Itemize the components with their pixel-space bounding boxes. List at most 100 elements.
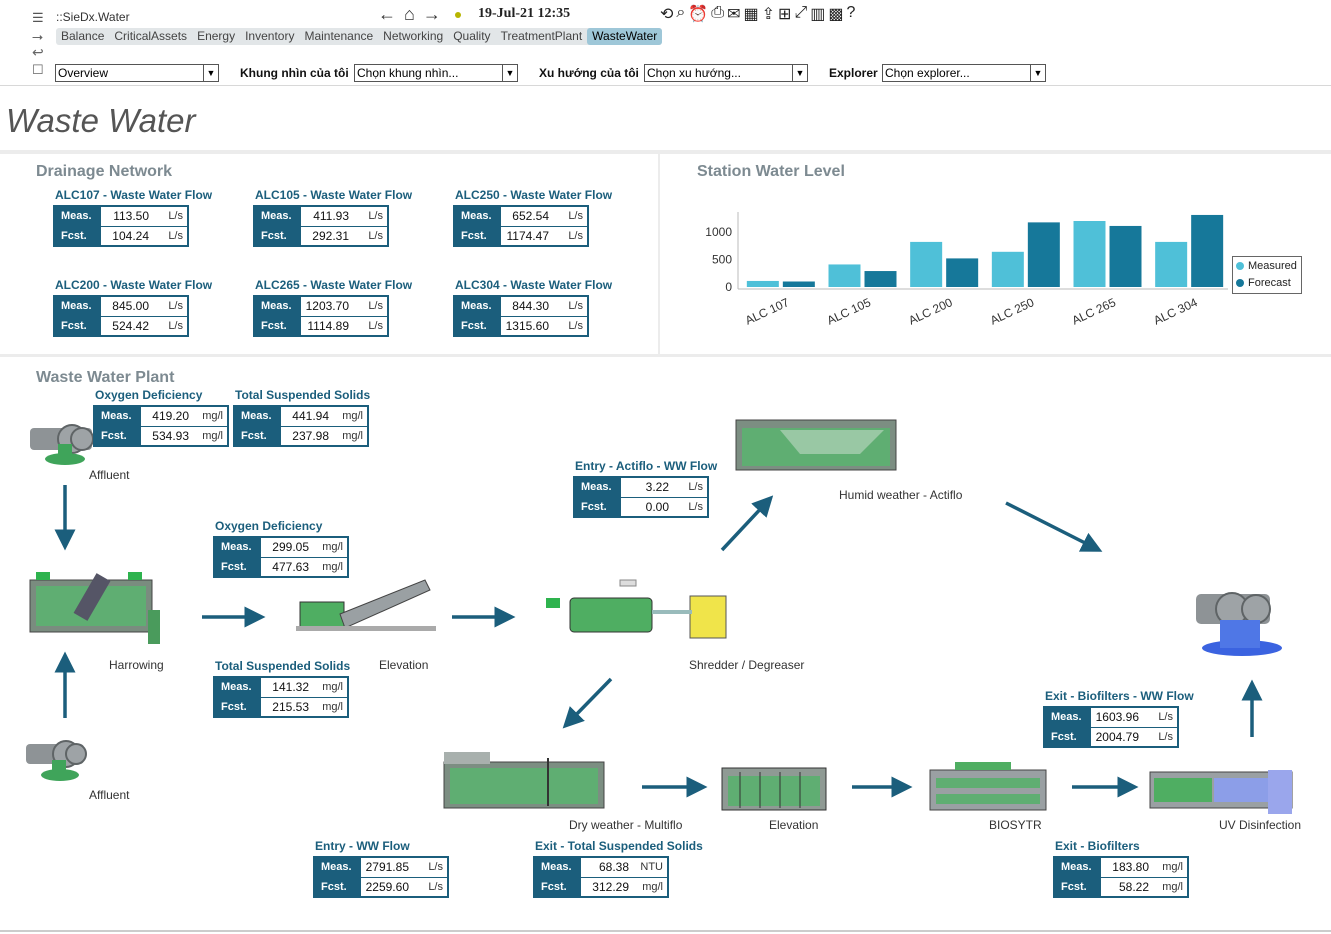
affluent-pump-icon[interactable]	[30, 424, 94, 465]
multiflo-tank-icon[interactable]	[443, 752, 605, 809]
meas-label: Meas.	[215, 538, 261, 557]
elevation-pumps-icon[interactable]	[721, 767, 827, 811]
fcst-label: Fcst.	[575, 498, 621, 516]
fcst-unit: L/s	[1158, 731, 1173, 743]
meas-value: 299.05	[272, 540, 309, 554]
plant-metric-1-table: Meas. 441.94 mg/l Fcst. 237.98 mg/l	[233, 405, 369, 447]
outlet-pump-icon[interactable]	[1196, 592, 1282, 656]
plant-metric-5-fcst-row: Fcst. 2004.79 L/s	[1045, 727, 1177, 746]
fcst-label: Fcst.	[1055, 878, 1101, 896]
fcst-unit: mg/l	[322, 701, 343, 713]
meas-unit: mg/l	[342, 410, 363, 422]
caption-uv: UV Disinfection	[1219, 818, 1302, 832]
caption-affluent-bottom: Affluent	[89, 788, 130, 802]
fcst-label: Fcst.	[95, 427, 141, 445]
biosytr-filter-icon[interactable]	[929, 762, 1047, 811]
meas-label: Meas.	[95, 407, 141, 426]
fcst-unit: mg/l	[1162, 881, 1183, 893]
meas-label: Meas.	[215, 678, 261, 697]
flow-arrow	[720, 495, 774, 552]
caption-elevation-1: Elevation	[379, 658, 429, 672]
plant-metric-4-meas-row: Meas. 3.22 L/s	[575, 478, 707, 497]
plant-metric-7-title: Exit - Total Suspended Solids	[535, 839, 703, 853]
plant-metric-1-title: Total Suspended Solids	[235, 388, 371, 402]
plant-metric-2-fcst-row: Fcst. 477.63 mg/l	[215, 557, 347, 576]
caption-harrowing: Harrowing	[109, 658, 164, 672]
fcst-unit: mg/l	[322, 561, 343, 573]
caption-shredder: Shredder / Degreaser	[689, 658, 805, 672]
fcst-label: Fcst.	[315, 878, 361, 896]
fcst-label: Fcst.	[215, 698, 261, 716]
elevation-conveyor-icon[interactable]	[296, 579, 436, 631]
caption-biosytr: BIOSYTR	[989, 818, 1042, 832]
plant-metric-8-title: Exit - Biofilters	[1055, 839, 1140, 853]
affluent-pump-icon[interactable]	[26, 740, 87, 781]
fcst-value: 534.93	[152, 429, 189, 443]
uv-disinfection-icon[interactable]	[1149, 770, 1293, 814]
fcst-label: Fcst.	[1045, 728, 1091, 746]
fcst-value: 215.53	[272, 700, 309, 714]
plant-metric-6-title: Entry - WW Flow	[315, 839, 410, 853]
meas-unit: mg/l	[202, 410, 223, 422]
meas-label: Meas.	[1045, 708, 1091, 727]
fcst-unit: mg/l	[642, 881, 663, 893]
meas-unit: L/s	[428, 861, 443, 873]
plant-metric-4-table: Meas. 3.22 L/s Fcst. 0.00 L/s	[573, 476, 709, 518]
meas-unit: mg/l	[322, 681, 343, 693]
fcst-value: 58.22	[1118, 880, 1149, 894]
meas-value: 141.32	[272, 680, 309, 694]
flow-arrow	[562, 677, 613, 729]
meas-unit: L/s	[688, 481, 703, 493]
plant-metric-1-fcst-row: Fcst. 237.98 mg/l	[235, 426, 367, 445]
plant-metric-0-meas-row: Meas. 419.20 mg/l	[95, 407, 227, 426]
meas-label: Meas.	[535, 858, 581, 877]
shredder-degreaser-icon[interactable]	[546, 579, 727, 639]
fcst-value: 2259.60	[365, 880, 409, 894]
harrowing-unit-icon[interactable]	[29, 572, 160, 644]
meas-value: 419.20	[152, 409, 189, 423]
plant-metric-2-meas-row: Meas. 299.05 mg/l	[215, 538, 347, 557]
meas-value: 3.22	[645, 480, 669, 494]
caption-affluent-top: Affluent	[89, 468, 130, 482]
meas-value: 1603.96	[1095, 710, 1139, 724]
fcst-value: 0.00	[645, 500, 669, 514]
plant-metric-3-meas-row: Meas. 141.32 mg/l	[215, 678, 347, 697]
fcst-label: Fcst.	[215, 558, 261, 576]
plant-metric-2-title: Oxygen Deficiency	[215, 519, 323, 533]
caption-elevation-2: Elevation	[769, 818, 819, 832]
plant-metric-0-table: Meas. 419.20 mg/l Fcst. 534.93 mg/l	[93, 405, 229, 447]
plant-metric-8-meas-row: Meas. 183.80 mg/l	[1055, 858, 1187, 877]
plant-metric-4-title: Entry - Actiflo - WW Flow	[575, 459, 718, 473]
meas-unit: mg/l	[322, 541, 343, 553]
plant-metric-3-title: Total Suspended Solids	[215, 659, 351, 673]
plant-metric-5-meas-row: Meas. 1603.96 L/s	[1045, 708, 1177, 727]
plant-metric-5-title: Exit - Biofilters - WW Flow	[1045, 689, 1194, 703]
meas-value: 2791.85	[365, 860, 409, 874]
fcst-value: 312.29	[592, 880, 629, 894]
meas-value: 68.38	[598, 860, 629, 874]
meas-value: 183.80	[1112, 860, 1149, 874]
actiflo-tank-icon[interactable]	[735, 419, 897, 471]
plant-metric-6-fcst-row: Fcst. 2259.60 L/s	[315, 877, 447, 896]
meas-label: Meas.	[315, 858, 361, 877]
fcst-unit: mg/l	[342, 430, 363, 442]
plant-metric-6-meas-row: Meas. 2791.85 L/s	[315, 858, 447, 877]
plant-metric-7-table: Meas. 68.38 NTU Fcst. 312.29 mg/l	[533, 856, 669, 898]
plant-metric-5-table: Meas. 1603.96 L/s Fcst. 2004.79 L/s	[1043, 706, 1179, 748]
fcst-label: Fcst.	[235, 427, 281, 445]
plant-metric-7-fcst-row: Fcst. 312.29 mg/l	[535, 877, 667, 896]
plant-metric-6-table: Meas. 2791.85 L/s Fcst. 2259.60 L/s	[313, 856, 449, 898]
caption-multiflo: Dry weather - Multiflo	[569, 818, 683, 832]
plant-metric-0-title: Oxygen Deficiency	[95, 388, 203, 402]
fcst-unit: L/s	[428, 881, 443, 893]
fcst-label: Fcst.	[535, 878, 581, 896]
meas-value: 441.94	[292, 409, 329, 423]
meas-unit: L/s	[1158, 711, 1173, 723]
plant-metric-1-meas-row: Meas. 441.94 mg/l	[235, 407, 367, 426]
plant-metric-3-table: Meas. 141.32 mg/l Fcst. 215.53 mg/l	[213, 676, 349, 718]
flow-arrow	[1005, 501, 1103, 552]
meas-unit: NTU	[640, 861, 663, 873]
fcst-unit: L/s	[688, 501, 703, 513]
plant-metric-8-table: Meas. 183.80 mg/l Fcst. 58.22 mg/l	[1053, 856, 1189, 898]
fcst-value: 237.98	[292, 429, 329, 443]
